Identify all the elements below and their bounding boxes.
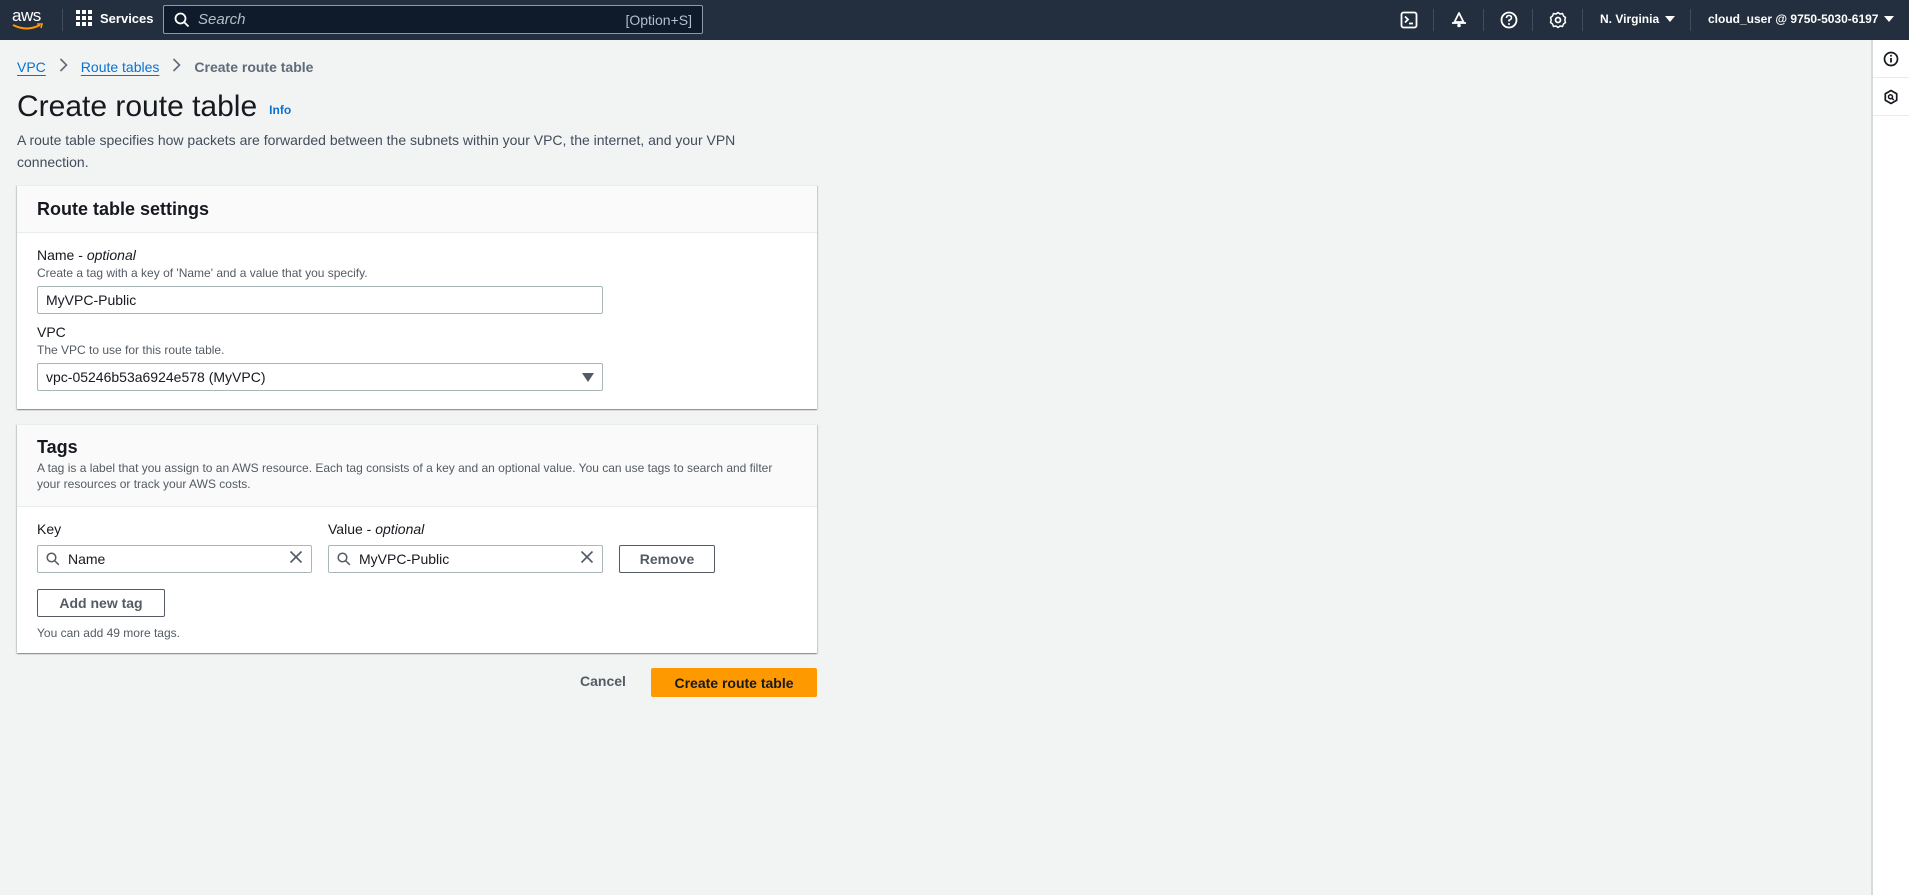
clear-value-button[interactable] <box>580 550 594 569</box>
value-label-text: Value <box>328 521 363 537</box>
top-navigation-bar: aws Services [Option+S] N. Virginia clou… <box>0 0 1909 40</box>
services-grid-icon <box>76 10 92 26</box>
info-panel-button[interactable] <box>1873 40 1909 78</box>
search-shortcut-hint: [Option+S] <box>625 11 692 28</box>
settings-button[interactable] <box>1547 9 1569 31</box>
nav-divider <box>62 9 63 31</box>
breadcrumb-link-vpc[interactable]: VPC <box>17 59 46 75</box>
vpc-select[interactable]: vpc-05246b53a6924e578 (MyVPC) <box>37 363 603 391</box>
create-route-table-button[interactable]: Create route table <box>651 668 817 697</box>
name-field-label: Name - optional <box>37 247 136 263</box>
breadcrumb-current: Create route table <box>194 58 314 75</box>
caret-down-icon <box>582 372 594 382</box>
tags-panel: Tags A tag is a label that you assign to… <box>17 424 817 653</box>
page-title: Create route table <box>17 90 258 123</box>
nav-divider <box>1483 9 1484 31</box>
services-label: Services <box>100 10 154 26</box>
search-icon <box>46 552 60 566</box>
optional-marker: optional <box>375 521 425 537</box>
global-search-input[interactable] <box>198 11 626 28</box>
optional-marker: optional <box>86 247 136 263</box>
cloudshell-button[interactable] <box>1398 9 1420 31</box>
search-icon <box>174 12 190 27</box>
info-link[interactable]: Info <box>269 103 291 117</box>
aws-logo[interactable]: aws <box>12 6 46 34</box>
region-selector[interactable]: N. Virginia <box>1600 12 1676 26</box>
vpc-field-label: VPC <box>37 324 66 340</box>
vpc-select-value: vpc-05246b53a6924e578 (MyVPC) <box>46 369 266 385</box>
tag-key-input[interactable] <box>68 551 289 567</box>
tools-side-rail <box>1871 40 1909 895</box>
tag-value-field[interactable] <box>328 545 603 573</box>
account-menu[interactable]: cloud_user @ 9750-5030-6197 <box>1708 12 1895 26</box>
cloudshell-icon <box>1400 11 1418 29</box>
chevron-right-icon <box>172 58 182 75</box>
info-panel-icon <box>1883 51 1899 66</box>
close-icon <box>580 550 594 563</box>
nav-divider <box>1582 9 1583 31</box>
chevron-right-icon <box>59 58 68 75</box>
nav-divider <box>1433 9 1434 31</box>
tags-panel-description: A tag is a label that you assign to an A… <box>37 461 773 491</box>
services-menu-button[interactable]: Services <box>76 10 154 26</box>
help-icon <box>1500 11 1518 29</box>
caret-down-icon <box>1884 16 1895 22</box>
close-icon <box>289 550 303 563</box>
caret-down-icon <box>1665 16 1676 22</box>
region-label: N. Virginia <box>1600 12 1660 26</box>
breadcrumb-link-route-tables[interactable]: Route tables <box>81 59 160 75</box>
help-button[interactable] <box>1498 9 1520 31</box>
account-label: cloud_user @ 9750-5030-6197 <box>1708 12 1879 26</box>
security-panel-button[interactable] <box>1873 78 1909 116</box>
tags-remaining-text: You can add 49 more tags. <box>37 626 180 640</box>
name-input[interactable] <box>37 286 603 314</box>
page-header: Create route table Info <box>17 90 291 124</box>
breadcrumb: VPC Route tables Create route table <box>17 58 313 75</box>
vpc-field-hint: The VPC to use for this route table. <box>37 343 225 357</box>
add-new-tag-button[interactable]: Add new tag <box>37 589 165 617</box>
notifications-button[interactable] <box>1448 9 1470 31</box>
settings-panel-body: Name - optional Create a tag with a key … <box>17 247 817 391</box>
tags-panel-title: Tags <box>37 437 78 457</box>
page-description: A route table specifies how packets are … <box>17 132 736 170</box>
tag-key-field[interactable] <box>37 545 312 573</box>
key-column-label: Key <box>37 521 62 537</box>
aws-smile-icon <box>12 23 44 30</box>
clear-key-button[interactable] <box>289 550 303 569</box>
search-icon <box>337 552 351 566</box>
nav-divider <box>1532 9 1533 31</box>
cancel-button[interactable]: Cancel <box>580 673 626 689</box>
remove-tag-button[interactable]: Remove <box>619 545 715 573</box>
name-field-hint: Create a tag with a key of 'Name' and a … <box>37 266 368 280</box>
tags-panel-header: Tags A tag is a label that you assign to… <box>17 425 817 507</box>
value-column-label: Value - optional <box>328 521 425 537</box>
settings-gear-icon <box>1549 11 1567 29</box>
global-search-box[interactable]: [Option+S] <box>163 5 703 34</box>
security-hexagon-icon <box>1884 89 1898 104</box>
tag-value-input[interactable] <box>359 551 580 567</box>
settings-panel-header: Route table settings <box>17 186 817 233</box>
settings-panel-title: Route table settings <box>37 198 210 219</box>
name-label-text: Name <box>37 247 75 263</box>
nav-divider <box>1690 9 1691 31</box>
route-table-settings-panel: Route table settings Name - optional Cre… <box>17 185 817 409</box>
notifications-bell-icon <box>1452 12 1466 28</box>
